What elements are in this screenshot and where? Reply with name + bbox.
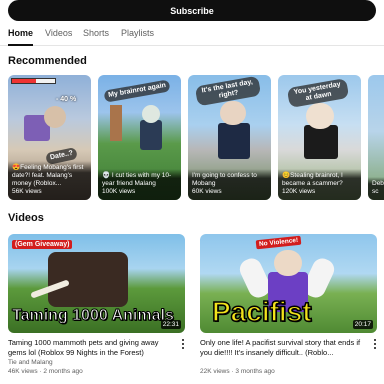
video-meta: 46K views · 2 months ago (8, 368, 83, 375)
short-title: 😍Feeling Mobang's first date?! feat. Mal… (12, 164, 84, 187)
health-bar (11, 78, 56, 84)
gem-giveaway-badge: (Gem Giveaway) (12, 240, 73, 249)
short-caption: Deb a sc (368, 177, 384, 200)
tab-playlists[interactable]: Playlists (121, 28, 154, 44)
channel-name[interactable]: Tie and Malang (8, 359, 53, 368)
avatar-head (306, 103, 334, 129)
video-duration: 20:17 (352, 320, 373, 329)
avatar-figure (218, 123, 250, 159)
video-title[interactable]: Taming 1000 mammoth pets and giving away… (8, 338, 168, 357)
hud-text: - 40 % (56, 96, 77, 103)
short-caption: 😍Feeling Mobang's first date?! feat. Mal… (8, 161, 91, 200)
recommended-short-card[interactable]: - 40 % Date..? 😍Feeling Mobang's first d… (8, 75, 91, 200)
avatar-head (44, 106, 66, 128)
short-views: 100K views (102, 188, 136, 195)
avatar-head (220, 101, 246, 125)
thumbnail-title-text: Pacifist (211, 295, 312, 328)
tab-videos[interactable]: Videos (45, 28, 72, 44)
tab-home[interactable]: Home (8, 28, 34, 46)
avatar-head (274, 250, 302, 276)
short-views: 56K views (12, 188, 42, 195)
short-title: Deb a sc (372, 180, 384, 195)
recommended-heading: Recommended (8, 55, 87, 67)
short-views: 120K views (282, 188, 316, 195)
short-title: 💀 I cut ties with my 10-year friend Mala… (102, 172, 172, 187)
short-caption: I'm going to confess to Mobang 60K views (188, 169, 271, 200)
more-options-icon[interactable] (180, 338, 186, 350)
more-options-icon[interactable] (372, 338, 378, 350)
video-thumbnail[interactable]: (Gem Giveaway) Taming 1000 Animals 22:31 (8, 234, 185, 333)
recommended-short-card[interactable]: You yesterday at dawn 😊Stealing brainrot… (278, 75, 361, 200)
avatar-figure (140, 120, 162, 150)
recommended-short-card[interactable]: Deb a sc (368, 75, 384, 200)
video-meta: 22K views · 3 months ago (200, 368, 275, 375)
video-duration: 22:31 (160, 320, 181, 329)
short-title: I'm going to confess to Mobang (192, 172, 257, 187)
subscribe-button[interactable]: Subscribe (8, 0, 376, 21)
tree-trunk (110, 105, 122, 141)
avatar-head (142, 105, 160, 123)
thumbnail-title-text: Taming 1000 Animals (12, 307, 175, 325)
short-title: 😊Stealing brainrot, I became a scammer? (282, 172, 343, 187)
short-views: 60K views (192, 188, 222, 195)
tab-shorts[interactable]: Shorts (83, 28, 109, 44)
avatar-figure (304, 125, 338, 159)
channel-tabs: Home Videos Shorts Playlists (0, 26, 384, 46)
video-title[interactable]: Only one life! A pacifist survival story… (200, 338, 362, 357)
video-thumbnail[interactable]: No Violence! Pacifist 20:17 (200, 234, 377, 333)
mammoth-figure (48, 252, 128, 307)
recommended-short-card[interactable]: It's the last day, right? I'm going to c… (188, 75, 271, 200)
short-caption: 😊Stealing brainrot, I became a scammer? … (278, 169, 361, 200)
videos-heading: Videos (8, 212, 44, 224)
recommended-short-card[interactable]: My brainrot again 💀 I cut ties with my 1… (98, 75, 181, 200)
short-caption: 💀 I cut ties with my 10-year friend Mala… (98, 169, 181, 200)
